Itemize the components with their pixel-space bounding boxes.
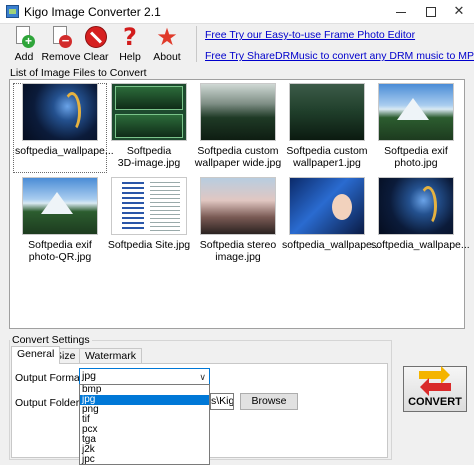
image-thumbnail (378, 177, 454, 235)
format-option-png[interactable]: png (80, 405, 209, 415)
format-option-tif[interactable]: tif (80, 415, 209, 425)
output-format-select[interactable]: jpg ∨ (79, 368, 210, 385)
minimize-button[interactable] (386, 0, 416, 24)
add-file-icon: + (13, 26, 35, 48)
image-list-label: List of Image Files to Convert (10, 67, 147, 79)
window-title: Kigo Image Converter 2.1 (24, 5, 161, 19)
remove-label: Remove (41, 51, 81, 63)
image-caption: Softpedia custom wallpaper1.jpg (286, 145, 368, 169)
image-thumbnail (111, 177, 187, 235)
output-folder-label: Output Folder (15, 397, 80, 409)
image-caption: Softpedia stereo image.jpg (199, 239, 277, 263)
about-button[interactable]: ★ About (147, 23, 187, 63)
browse-button[interactable]: Browse (240, 393, 298, 410)
list-item[interactable]: Softpedia custom wallpaper1.jpg (282, 83, 372, 169)
maximize-button[interactable] (416, 0, 446, 24)
list-item[interactable]: Softpedia exif photo.jpg (371, 83, 461, 169)
convert-label: CONVERT (408, 396, 462, 408)
output-format-label: Output Format (15, 372, 83, 384)
image-caption: softpedia_wallpape... (371, 239, 470, 251)
convert-settings-label: Convert Settings (10, 334, 92, 346)
close-icon: ✕ (453, 3, 465, 18)
image-caption: Softpedia exif photo-QR.jpg (28, 239, 92, 263)
list-item[interactable]: Softpedia Site.jpg (104, 177, 194, 251)
output-folder-field[interactable]: s\Kig (210, 393, 234, 410)
frame-editor-link[interactable]: Free Try our Easy-to-use Frame Photo Edi… (205, 29, 415, 41)
image-thumbnail (289, 177, 365, 235)
output-format-value: jpg (82, 370, 97, 382)
image-caption: Softpedia exif photo.jpg (384, 145, 448, 169)
close-button[interactable]: ✕ (444, 0, 474, 24)
tab-watermark[interactable]: Watermark (79, 348, 142, 364)
star-icon: ★ (156, 23, 178, 51)
clear-label: Clear (83, 51, 109, 63)
toolbar-divider (196, 26, 197, 62)
drm-music-link[interactable]: Free Try ShareDRMusic to convert any DRM… (205, 50, 474, 62)
remove-file-icon: − (50, 26, 72, 48)
add-label: Add (14, 51, 34, 63)
list-item[interactable]: softpedia_wallpape... (15, 83, 114, 157)
image-caption: Softpedia 3D-image.jpg (117, 145, 181, 169)
title-bar: Kigo Image Converter 2.1 ✕ (0, 0, 474, 24)
no-entry-icon (85, 26, 107, 48)
image-caption: softpedia_wallpape... (282, 239, 381, 251)
image-thumbnail (289, 83, 365, 141)
format-option-tga[interactable]: tga (80, 435, 209, 445)
minimize-icon (396, 12, 406, 13)
format-option-j2k[interactable]: j2k (80, 445, 209, 455)
list-item[interactable]: Softpedia 3D-image.jpg (104, 83, 194, 169)
clear-button[interactable]: Clear (78, 26, 114, 63)
list-item[interactable]: Softpedia stereo image.jpg (193, 177, 283, 263)
list-item[interactable]: softpedia_wallpape... (371, 177, 470, 251)
image-thumbnail (378, 83, 454, 141)
convert-button[interactable]: CONVERT (403, 366, 467, 412)
add-button[interactable]: + Add (6, 26, 42, 63)
image-thumbnail (22, 177, 98, 235)
maximize-icon (426, 7, 436, 17)
remove-button[interactable]: − Remove (41, 26, 81, 63)
format-option-bmp[interactable]: bmp (80, 385, 209, 395)
convert-arrows-icon (417, 366, 453, 396)
format-dropdown-list[interactable]: bmp jpg png tif pcx tga j2k jpc (79, 384, 210, 465)
image-thumbnail (200, 83, 276, 141)
image-list[interactable]: softpedia_wallpape... Softpedia 3D-image… (9, 79, 470, 329)
list-item[interactable]: softpedia_wallpape... (282, 177, 381, 251)
help-button[interactable]: ? Help (112, 23, 148, 63)
image-thumbnail (111, 83, 187, 141)
tab-general[interactable]: General (11, 346, 61, 364)
format-option-jpc[interactable]: jpc (80, 455, 209, 465)
image-thumbnail (200, 177, 276, 235)
chevron-down-icon: ∨ (199, 372, 206, 382)
image-caption: Softpedia Site.jpg (107, 239, 191, 251)
list-item[interactable]: Softpedia custom wallpaper wide.jpg (193, 83, 283, 169)
format-option-pcx[interactable]: pcx (80, 425, 209, 435)
question-mark-icon: ? (123, 23, 137, 51)
format-option-jpg[interactable]: jpg (80, 395, 209, 405)
image-thumbnail (22, 83, 98, 141)
help-label: Help (119, 51, 141, 63)
list-item[interactable]: Softpedia exif photo-QR.jpg (15, 177, 105, 263)
image-caption: softpedia_wallpape... (15, 145, 114, 157)
about-label: About (153, 51, 181, 63)
image-caption: Softpedia custom wallpaper wide.jpg (194, 145, 282, 169)
app-icon (6, 5, 19, 18)
